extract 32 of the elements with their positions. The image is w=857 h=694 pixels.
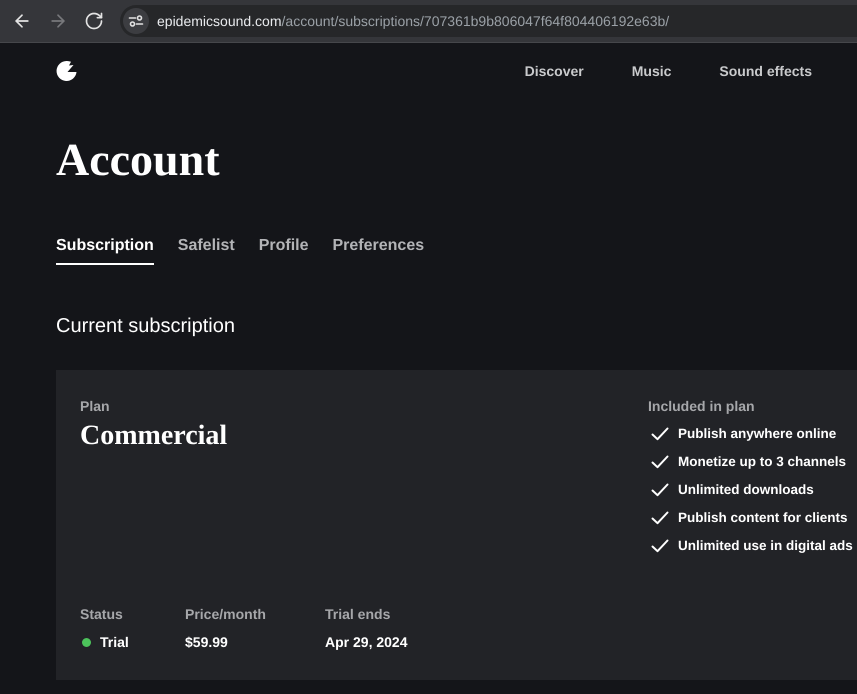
tab[interactable]: Subscription bbox=[56, 236, 154, 265]
stat-value: $59.99 bbox=[185, 633, 228, 651]
feature-text: Unlimited downloads bbox=[678, 481, 814, 499]
nav-link[interactable]: Discover bbox=[524, 60, 584, 82]
check-icon bbox=[651, 427, 669, 441]
tab[interactable]: Safelist bbox=[178, 236, 235, 265]
nav-link[interactable]: Sound effects bbox=[719, 60, 812, 82]
feature-text: Monetize up to 3 channels bbox=[678, 453, 846, 471]
address-bar[interactable]: epidemicsound.com/account/subscriptions/707361b9b806047f64f804406192e63b/ bbox=[120, 5, 857, 37]
stat-value: Apr 29, 2024 bbox=[325, 633, 408, 651]
stat-label: Trial ends bbox=[325, 605, 390, 623]
tab[interactable]: Profile bbox=[258, 236, 308, 265]
feature-text: Publish anywhere online bbox=[678, 425, 836, 443]
feature-text: Unlimited use in digital ads bbox=[678, 537, 853, 555]
reload-icon[interactable] bbox=[84, 11, 104, 31]
section-title: Current subscription bbox=[56, 314, 235, 338]
stat-label: Price/month bbox=[185, 605, 266, 623]
check-icon bbox=[651, 539, 669, 553]
nav-link[interactable]: Music bbox=[632, 60, 672, 82]
check-icon bbox=[651, 455, 669, 469]
tab[interactable]: Preferences bbox=[332, 236, 424, 265]
plan-name: Commercial bbox=[80, 422, 228, 450]
check-icon bbox=[651, 511, 669, 525]
check-icon bbox=[651, 483, 669, 497]
feature-text: Publish content for clients bbox=[678, 509, 848, 527]
plan-label: Plan bbox=[80, 397, 111, 415]
page-title: Account bbox=[56, 137, 220, 183]
site-settings-icon[interactable] bbox=[123, 8, 149, 34]
logo-icon[interactable] bbox=[56, 60, 77, 82]
stat-label: Status bbox=[80, 605, 123, 623]
included-title: Included in plan bbox=[648, 397, 755, 415]
status-value: Trial bbox=[100, 633, 129, 651]
